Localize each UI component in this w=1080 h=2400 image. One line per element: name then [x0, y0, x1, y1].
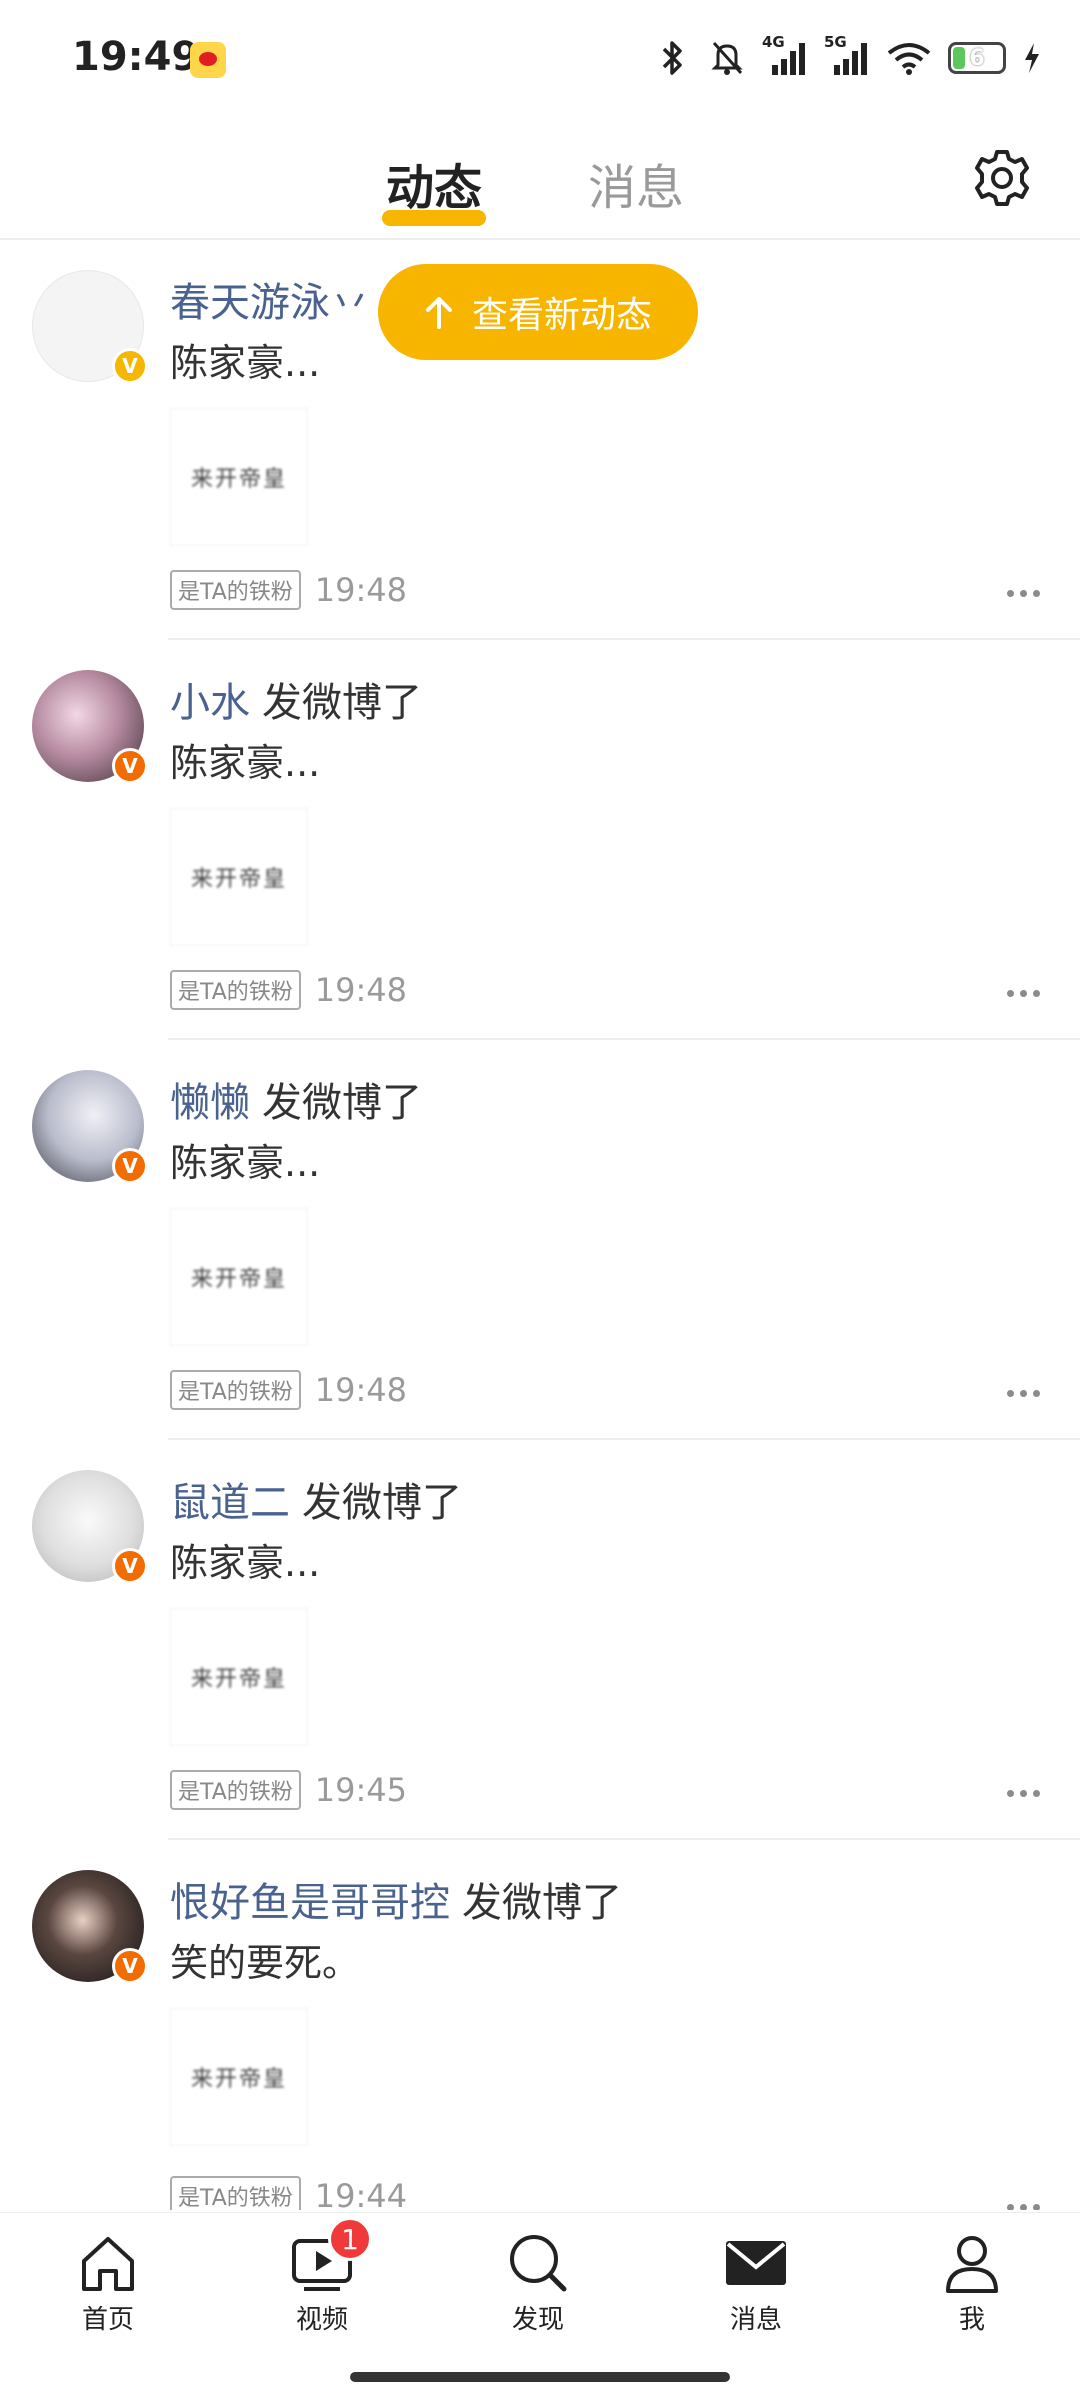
status-bar: 19:49 4G 5G 6 [0, 0, 1080, 120]
username-link[interactable]: 恨好鱼是哥哥控 [170, 1880, 450, 1926]
home-icon [76, 2231, 140, 2295]
feed-item[interactable]: V 恨好鱼是哥哥控 发微博了 笑的要死。 来开帝皇 是TA的铁粉 19:44 [0, 1840, 1080, 2210]
action-text: 发微博了 [462, 1880, 622, 1926]
nav-profile-label: 我 [958, 2305, 985, 2335]
nav-messages-label: 消息 [729, 2305, 782, 2335]
post-meta: 是TA的铁粉 19:48 [170, 1370, 407, 1410]
notification-badge: 1 [328, 2217, 372, 2261]
username-link[interactable]: 小水 [170, 680, 250, 726]
verified-badge: V [112, 1148, 148, 1184]
post-snippet[interactable]: 笑的要死。 [170, 1932, 360, 1987]
nav-discover-label: 发现 [511, 2305, 564, 2335]
feed-title: 懒懒 发微博了 [170, 1070, 422, 1128]
fan-tag: 是TA的铁粉 [170, 2176, 301, 2210]
feed-title: 恨好鱼是哥哥控 发微博了 [170, 1870, 622, 1928]
network-5g-label: 5G [824, 33, 847, 51]
fan-tag: 是TA的铁粉 [170, 1770, 301, 1810]
avatar[interactable]: V [32, 270, 148, 384]
fan-tag: 是TA的铁粉 [170, 1370, 301, 1410]
feed-title: 鼠道二 发微博了 [170, 1470, 462, 1528]
post-thumbnail[interactable]: 来开帝皇 [170, 1608, 308, 1746]
post-thumbnail[interactable]: 来开帝皇 [170, 2008, 308, 2146]
action-text: 发微博了 [262, 1080, 422, 1126]
action-text: 发微博了 [262, 680, 422, 726]
charging-icon [1022, 39, 1042, 77]
view-new-posts-button[interactable]: 查看新动态 [378, 264, 698, 360]
status-time: 19:49 [72, 34, 200, 80]
profile-icon [940, 2231, 1004, 2295]
feed-item[interactable]: V 小水 发微博了 陈家豪... 来开帝皇 是TA的铁粉 19:48 [0, 640, 1080, 1040]
nav-home-label: 首页 [81, 2305, 134, 2335]
post-time: 19:45 [314, 1771, 407, 1809]
view-new-posts-label: 查看新动态 [471, 295, 652, 336]
bottom-nav: 首页 1 视频 发现 消息 我 [0, 2212, 1080, 2343]
verified-badge: V [112, 348, 148, 384]
network-4g-label: 4G [762, 33, 785, 51]
feed-title: 春天游泳丷 [170, 270, 382, 328]
username-link[interactable]: 春天游泳丷 [170, 280, 370, 326]
avatar[interactable]: V [32, 670, 148, 784]
weibo-icon [190, 42, 226, 78]
nav-discover[interactable]: 发现 [468, 2231, 608, 2336]
tab-messages[interactable]: 消息 [588, 148, 684, 218]
avatar[interactable]: V [32, 1470, 148, 1584]
avatar[interactable]: V [32, 1070, 148, 1184]
mute-icon [708, 39, 746, 77]
nav-video[interactable]: 1 视频 [252, 2217, 392, 2336]
post-meta: 是TA的铁粉 19:45 [170, 1770, 407, 1810]
more-options-icon[interactable] [1007, 990, 1040, 997]
feed-item[interactable]: V 懒懒 发微博了 陈家豪... 来开帝皇 是TA的铁粉 19:48 [0, 1040, 1080, 1440]
fan-tag: 是TA的铁粉 [170, 970, 301, 1010]
post-snippet[interactable]: 陈家豪... [170, 1132, 320, 1187]
post-thumbnail[interactable]: 来开帝皇 [170, 408, 308, 546]
feed-title: 小水 发微博了 [170, 670, 422, 728]
feed-list[interactable]: V 春天游泳丷 陈家豪... 来开帝皇 是TA的铁粉 19:48 V 小水 发微博… [0, 240, 1080, 2210]
tab-dynamics[interactable]: 动态 [381, 148, 487, 226]
nav-home[interactable]: 首页 [38, 2231, 178, 2336]
post-snippet[interactable]: 陈家豪... [170, 332, 320, 387]
wifi-icon [886, 39, 932, 77]
post-time: 19:48 [314, 571, 407, 609]
post-meta: 是TA的铁粉 19:44 [170, 2176, 407, 2210]
home-indicator[interactable] [350, 2372, 730, 2382]
username-link[interactable]: 鼠道二 [170, 1480, 290, 1526]
avatar[interactable]: V [32, 1870, 148, 1984]
post-time: 19:48 [314, 1371, 407, 1409]
more-options-icon[interactable] [1007, 1390, 1040, 1397]
top-header: 动态 消息 [0, 120, 1080, 240]
verified-badge: V [112, 1948, 148, 1984]
more-options-icon[interactable] [1007, 2204, 1040, 2210]
verified-badge: V [112, 1548, 148, 1584]
username-link[interactable]: 懒懒 [170, 1080, 250, 1126]
nav-video-label: 视频 [295, 2305, 348, 2335]
post-snippet[interactable]: 陈家豪... [170, 732, 320, 787]
search-icon [506, 2231, 570, 2295]
battery-icon: 6 [948, 42, 1006, 74]
mail-icon [724, 2231, 788, 2295]
post-time: 19:44 [314, 2177, 407, 2210]
more-options-icon[interactable] [1007, 590, 1040, 597]
more-options-icon[interactable] [1007, 1790, 1040, 1797]
bluetooth-icon [654, 39, 692, 77]
nav-messages[interactable]: 消息 [686, 2231, 826, 2336]
battery-level: 6 [969, 45, 985, 71]
nav-profile[interactable]: 我 [902, 2231, 1042, 2336]
signal-4g-icon: 4G [762, 33, 808, 77]
post-snippet[interactable]: 陈家豪... [170, 1532, 320, 1587]
signal-5g-icon: 5G [824, 33, 870, 77]
arrow-up-icon [425, 297, 452, 329]
status-icons: 4G 5G 6 [654, 30, 1042, 86]
verified-badge: V [112, 748, 148, 784]
post-thumbnail[interactable]: 来开帝皇 [170, 1208, 308, 1346]
video-icon: 1 [290, 2217, 372, 2295]
gear-icon[interactable] [970, 146, 1034, 210]
feed-item[interactable]: V 鼠道二 发微博了 陈家豪... 来开帝皇 是TA的铁粉 19:45 [0, 1440, 1080, 1840]
fan-tag: 是TA的铁粉 [170, 570, 301, 610]
post-meta: 是TA的铁粉 19:48 [170, 970, 407, 1010]
post-meta: 是TA的铁粉 19:48 [170, 570, 407, 610]
action-text: 发微博了 [302, 1480, 462, 1526]
post-time: 19:48 [314, 971, 407, 1009]
post-thumbnail[interactable]: 来开帝皇 [170, 808, 308, 946]
